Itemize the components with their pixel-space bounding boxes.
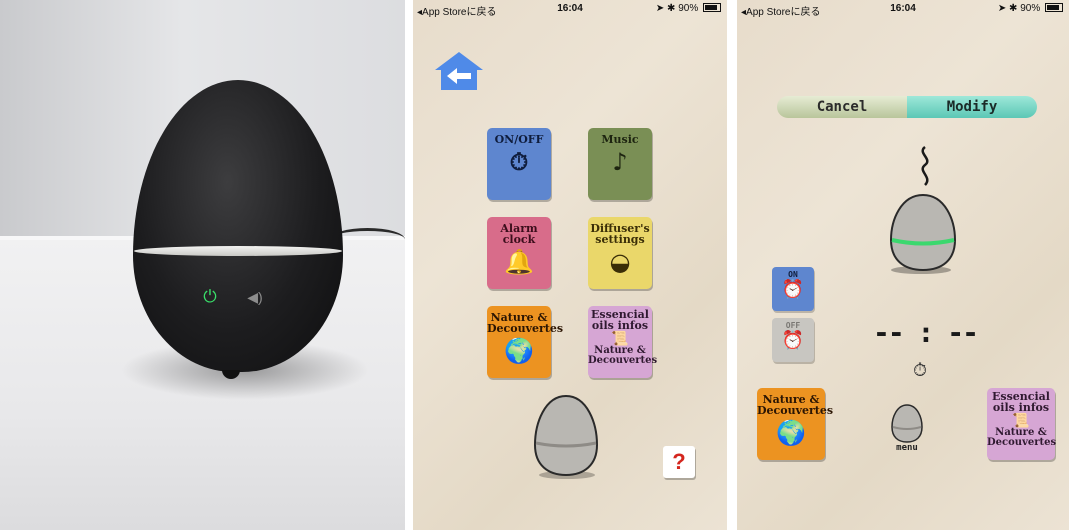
tile-diffuser-settings[interactable]: Diffuser's settings ◒ (588, 217, 652, 289)
status-right: ➤ ✱ 90% (998, 3, 1063, 14)
menu-egg-icon[interactable] (889, 403, 925, 445)
stopwatch-icon: ⏱ (509, 148, 529, 176)
bluetooth-icon: ✱ (667, 3, 676, 14)
timer-on-button[interactable]: ON ⏰ (772, 267, 814, 311)
tile-essential-oils[interactable]: Essencial oils infos 📜 Nature & Decouver… (987, 388, 1057, 460)
tile-settings-label: Diffuser's settings (590, 222, 650, 246)
timer-off-label: OFF (785, 321, 801, 330)
scroll-icon: 📜 (1012, 413, 1030, 429)
diffuser-photo: ⏻ ◀) (0, 0, 405, 530)
bell-icon: 🔔 (504, 248, 534, 276)
scroll-icon: 📜 (611, 331, 629, 347)
status-bar: ◂App Storeに戻る 16:04 ➤ ✱ 90% (413, 0, 727, 18)
alarm-clock-icon: ⏰ (781, 330, 805, 351)
status-right: ➤ ✱ 90% (656, 3, 721, 14)
tile-alarm-clock[interactable]: Alarm clock 🔔 (487, 217, 551, 289)
battery-percent: 90% (1020, 3, 1041, 14)
music-note-icon: ♪ (612, 148, 628, 176)
help-button[interactable]: ? (663, 446, 695, 478)
tile-nature-decouvertes[interactable]: Nature & Decouvertes 🌍 (757, 388, 834, 460)
tile-nature-decouvertes[interactable]: Nature & Decouvertes 🌍 (487, 306, 564, 378)
tile-oils-sub-label: Nature & Decouvertes (588, 345, 658, 366)
modify-button[interactable]: Modify (907, 96, 1037, 118)
alarm-clock-icon: ⏰ (781, 279, 805, 300)
back-home-button[interactable] (433, 50, 485, 92)
tile-oils-sub-label: Nature & Decouvertes (987, 427, 1057, 448)
steam-icon (921, 146, 929, 186)
tile-alarm-label: Alarm clock (500, 222, 538, 246)
tile-oils-label: Essencial oils infos (591, 308, 649, 332)
speaker-icon: ◀) (247, 289, 263, 305)
cancel-button[interactable]: Cancel (777, 96, 907, 118)
tile-music-label: Music (601, 133, 639, 146)
tile-nature-label: Nature & Decouvertes (757, 393, 834, 417)
globe-icon: 🌍 (776, 419, 806, 447)
menu-label[interactable]: menu (887, 443, 927, 453)
diffuser-egg-icon (533, 394, 599, 479)
bluetooth-icon: ✱ (1009, 3, 1018, 14)
tile-essential-oils[interactable]: Essencial oils infos 📜 Nature & Decouver… (588, 306, 658, 378)
battery-icon (703, 3, 721, 12)
location-icon: ➤ (655, 3, 665, 14)
battery-percent: 90% (678, 3, 699, 14)
tile-onoff-label: ON/OFF (494, 133, 544, 146)
timer-screen: ◂App Storeに戻る 16:04 ➤ ✱ 90% Cancel Modif… (737, 0, 1069, 530)
timer-on-label: ON (788, 270, 798, 279)
diffuser-egg-icon (889, 193, 957, 274)
diffuser-light-ring (134, 246, 342, 256)
battery-icon (1045, 3, 1063, 12)
globe-icon: 🌍 (504, 337, 534, 365)
timer-off-button[interactable]: OFF ⏰ (772, 318, 814, 362)
stopwatch-icon[interactable]: ⏱ (913, 360, 927, 381)
tile-nature-label: Nature & Decouvertes (487, 311, 564, 335)
tile-music[interactable]: Music ♪ (588, 128, 652, 200)
tile-oils-label: Essencial oils infos (992, 390, 1050, 414)
menu-screen: ◂App Storeに戻る 16:04 ➤ ✱ 90% ON/OFF ⏱ Mus… (413, 0, 727, 530)
tile-onoff[interactable]: ON/OFF ⏱ (487, 128, 551, 200)
location-icon: ➤ (997, 3, 1007, 14)
egg-icon: ◒ (609, 248, 631, 276)
power-icon: ⏻ (203, 287, 217, 306)
home-arrow-icon (435, 52, 483, 90)
status-bar: ◂App Storeに戻る 16:04 ➤ ✱ 90% (737, 0, 1069, 18)
timer-display[interactable]: -- : -- (855, 316, 995, 349)
